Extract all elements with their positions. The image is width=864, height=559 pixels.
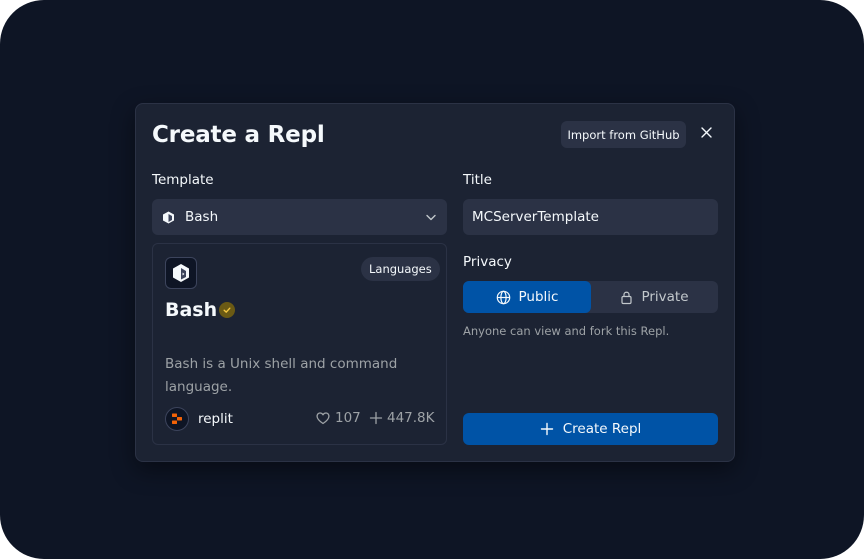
privacy-label: Privacy: [463, 254, 512, 270]
privacy-private-option[interactable]: Private: [591, 281, 718, 313]
template-description: Bash is a Unix shell and command languag…: [165, 356, 398, 395]
verified-badge-icon: [219, 302, 235, 318]
title-input[interactable]: [463, 199, 718, 235]
privacy-private-label: Private: [641, 289, 689, 305]
template-name: Bash: [165, 299, 218, 321]
template-card: Languages Bash Bash is a Unix shell and …: [152, 243, 447, 445]
privacy-public-label: Public: [518, 289, 559, 305]
replit-logo-icon: [172, 413, 182, 424]
likes-stat[interactable]: 107: [315, 410, 361, 426]
globe-icon: [496, 290, 510, 304]
template-select[interactable]: Bash: [152, 199, 447, 235]
forks-count: 447.8K: [387, 410, 435, 426]
privacy-public-option[interactable]: Public: [463, 281, 591, 313]
privacy-toggle: Public Private: [463, 281, 718, 313]
plus-icon: [369, 411, 383, 425]
likes-count: 107: [335, 410, 361, 426]
lock-icon: [621, 291, 633, 304]
chevron-down-icon: [425, 211, 437, 223]
template-selected-value: Bash: [185, 209, 219, 225]
create-repl-dialog: Create a Repl Import from GitHub Templat…: [135, 103, 735, 462]
title-label: Title: [463, 172, 492, 188]
create-repl-button[interactable]: Create Repl: [463, 413, 718, 445]
forks-stat[interactable]: 447.8K: [369, 410, 435, 426]
template-label: Template: [152, 172, 214, 188]
create-repl-label: Create Repl: [562, 421, 642, 437]
import-from-github-button[interactable]: Import from GitHub: [561, 121, 686, 148]
author-name[interactable]: replit: [198, 411, 233, 427]
privacy-hint: Anyone can view and fork this Repl.: [463, 324, 670, 338]
languages-tag[interactable]: Languages: [361, 257, 440, 281]
close-button[interactable]: [697, 123, 715, 141]
bash-logo-icon: [165, 257, 197, 289]
dialog-title: Create a Repl: [152, 122, 325, 148]
bash-icon: [162, 211, 175, 224]
heart-icon: [316, 412, 330, 425]
author-avatar[interactable]: [165, 407, 189, 431]
close-icon: [700, 126, 712, 138]
plus-icon: [540, 422, 553, 436]
app-background: Create a Repl Import from GitHub Templat…: [0, 0, 864, 559]
